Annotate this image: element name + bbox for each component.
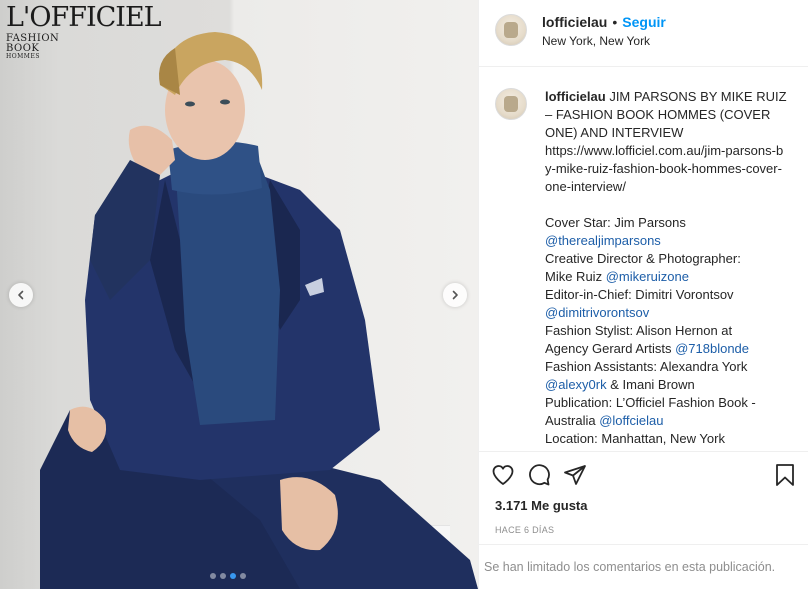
carousel-dot <box>210 573 216 579</box>
mention-link[interactable]: @loffcielau <box>599 413 663 428</box>
logo-line-1: L'OFFICIEL <box>6 2 162 33</box>
stylist-line: Fashion Stylist: Alison Hernon at <box>545 323 733 338</box>
publication-line: Publication: L’Officiel Fashion Book - <box>545 395 756 410</box>
actions-bar: 3.171 Me gusta HACE 6 DÍAS <box>479 451 808 535</box>
editor-line: Editor-in-Chief: Dimitri Vorontsov <box>545 287 734 302</box>
chevron-left-icon <box>18 290 24 300</box>
stylist-agency: Agency Gerard Artists <box>545 341 672 356</box>
post-media[interactable]: L'OFFICIEL FASHION BOOK HOMMES <box>0 0 478 589</box>
username-link[interactable]: lofficielau <box>542 14 607 30</box>
comment-button[interactable] <box>527 457 563 493</box>
header-text: lofficielau • Seguir New York, New York <box>542 14 666 48</box>
comments-area[interactable]: lofficielau JIM PARSONS BY MIKE RUIZ – F… <box>479 68 808 451</box>
next-button[interactable] <box>443 283 467 307</box>
director-name: Mike Ruiz <box>545 269 603 284</box>
comments-limited-notice: Se han limitado los comentarios en esta … <box>479 544 808 589</box>
separator-dot: • <box>612 14 618 30</box>
share-icon <box>564 465 586 485</box>
carousel-dot <box>230 573 236 579</box>
caption-username[interactable]: lofficielau <box>545 89 606 104</box>
mention-link[interactable]: @mikeruizone <box>606 269 689 284</box>
cover-star-line: Cover Star: Jim Parsons <box>545 215 686 230</box>
mention-link[interactable]: @therealjimparsons <box>545 232 789 250</box>
publication-cont: Australia <box>545 413 596 428</box>
save-button[interactable] <box>761 457 797 493</box>
bookmark-icon <box>776 464 794 486</box>
like-button[interactable] <box>491 457 527 493</box>
post-header: lofficielau • Seguir New York, New York <box>479 0 808 67</box>
cover-photo <box>40 32 478 589</box>
mention-link[interactable]: @718blonde <box>675 341 749 356</box>
heart-icon <box>492 465 514 485</box>
action-icons <box>479 452 808 498</box>
magazine-logo: L'OFFICIEL FASHION BOOK HOMMES <box>6 2 162 60</box>
carousel-dot <box>220 573 226 579</box>
carousel-indicator <box>210 573 246 579</box>
post-time[interactable]: HACE 6 DÍAS <box>479 525 808 535</box>
mention-link[interactable]: @alexy0rk <box>545 377 607 392</box>
carousel-dot <box>240 573 246 579</box>
director-label: Creative Director & Photographer: <box>545 251 741 266</box>
assistants-line: Fashion Assistants: Alexandra York <box>545 359 748 374</box>
header-top: lofficielau • Seguir <box>542 14 666 30</box>
previous-button[interactable] <box>9 283 33 307</box>
caption-text: lofficielau JIM PARSONS BY MIKE RUIZ – F… <box>545 88 789 451</box>
follow-button[interactable]: Seguir <box>622 14 666 30</box>
mention-link[interactable]: @dimitrivorontsov <box>545 304 789 322</box>
location-link[interactable]: New York, New York <box>542 34 666 48</box>
instagram-post: L'OFFICIEL FASHION BOOK HOMMES lofficiel… <box>0 0 808 589</box>
likes-count[interactable]: 3.171 Me gusta <box>479 498 808 513</box>
caption-avatar[interactable] <box>495 88 527 120</box>
chevron-right-icon <box>452 290 458 300</box>
post-panel: lofficielau • Seguir New York, New York … <box>478 0 808 589</box>
comment-icon <box>529 464 550 486</box>
share-button[interactable] <box>563 457 599 493</box>
location-line: Location: Manhattan, New York <box>545 431 725 446</box>
logo-line-4: HOMMES <box>6 53 40 60</box>
avatar[interactable] <box>495 14 527 46</box>
assistant-other: & Imani Brown <box>610 377 695 392</box>
caption-url: https://www.lofficiel.com.au/jim-parsons… <box>545 143 784 194</box>
